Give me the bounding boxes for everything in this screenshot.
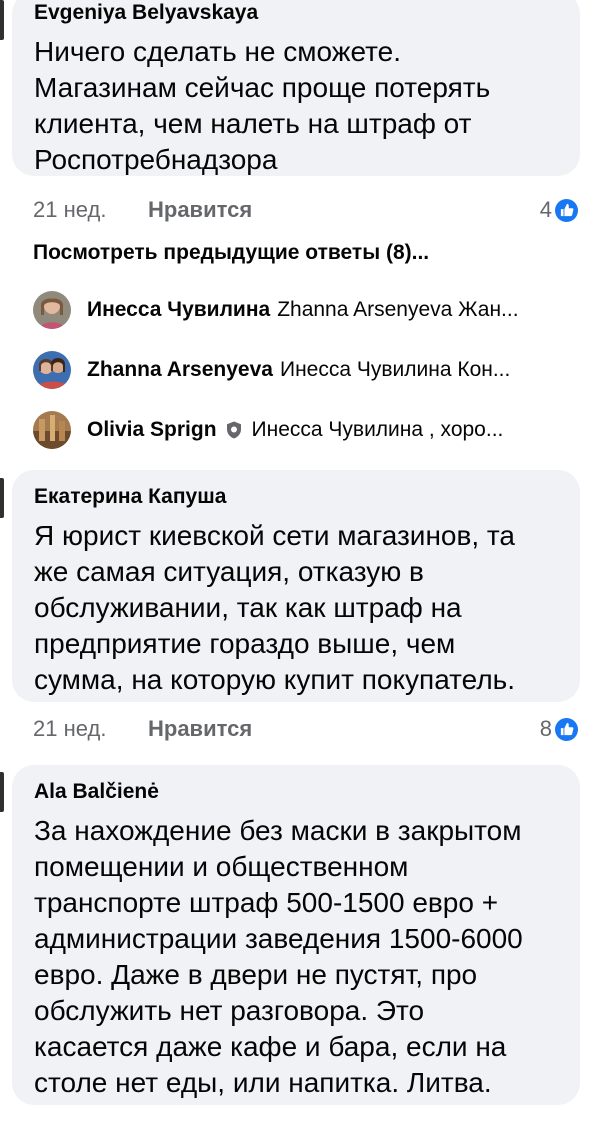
reaction-count[interactable]: 8 [540,716,578,742]
reply-snippet: Инесса Чувилина Кон... [279,358,511,381]
comment-line: помещении и общественном [34,851,409,882]
comment-line: клиента, чем налеть на штраф от [34,108,472,139]
comment-bubble: Ala Balčienė За нахождение без маски в з… [12,765,580,1105]
like-thumb-icon [555,198,578,222]
reply-preview[interactable]: Zhanna Arsenyeva Инесса Чувилина Кон... [33,350,575,390]
comment-line: обслужить нет разговора. Это [34,995,425,1026]
reply-preview[interactable]: Инесса Чувилина Zhanna Arsenyeva Жан... [33,290,575,330]
comment-line: администрации заведения 1500-6000 [34,923,523,954]
avatar[interactable] [33,411,71,449]
comment-line: касается даже кафе и бара, если на [34,1031,507,1062]
reply-preview[interactable]: Olivia Sprign Инесса Чувилина , хоро... [33,410,575,450]
comment-time[interactable]: 21 нед. [33,716,148,742]
comment-line: Роспотребнадзора [34,144,278,175]
comment-text: Я юрист киевской сети магазинов, та же с… [34,518,515,698]
comment-meta: 21 нед. Нравится 4 [33,195,578,225]
reaction-count-number: 4 [539,197,552,222]
comment-line: За нахождение без маски в закрытом [34,815,522,846]
comment-bubble: Evgeniya Belyavskaya Ничего сделать не с… [12,0,580,176]
reply-author[interactable]: Инесса Чувилина [87,298,270,322]
comment-line: транспорте штраф 500-1500 евро + [34,887,499,918]
comment-line: же самая ситуация, отказую в [34,556,424,587]
comment-bubble: Екатерина Капуша Я юрист киевской сети м… [12,470,580,702]
comment-line: Я юрист киевской сети магазинов, та [34,520,515,551]
reaction-count-number: 8 [539,716,552,741]
like-button[interactable]: Нравится [148,197,252,223]
comment-author[interactable]: Ala Balčienė [34,779,159,805]
reply-author[interactable]: Zhanna Arsenyeva [87,358,273,382]
reply-snippet: Zhanna Arsenyeva Жан... [277,298,519,321]
comment-meta: 21 нед. Нравится 8 [33,714,578,744]
view-previous-replies-link[interactable]: Посмотреть предыдущие ответы (8)... [33,241,429,265]
avatar[interactable] [33,291,71,329]
comment-author[interactable]: Evgeniya Belyavskaya [34,0,258,26]
comment-line: столе нет еды, или напитка. Литва. [34,1067,492,1098]
comment-time[interactable]: 21 нед. [33,197,148,223]
reply-snippet: Инесса Чувилина , хоро... [251,418,504,441]
comment-line: обслуживании, так как штраф на [34,592,462,623]
like-thumb-icon [555,717,578,741]
thread-line [0,478,4,518]
like-button[interactable]: Нравится [148,716,252,742]
avatar[interactable] [33,351,71,389]
reaction-count[interactable]: 4 [540,197,578,223]
thread-line [0,0,4,40]
comment-text: За нахождение без маски в закрытом помещ… [34,813,523,1101]
thread-line [0,772,4,812]
comment-line: Ничего сделать не сможете. [34,36,401,67]
comment-line: сумма, на которую купит покупатель. [34,664,516,695]
comment-line: евро. Даже в двери не пустят, про [34,959,478,990]
comment-line: Магазинам сейчас проще потерять [34,72,491,103]
comment-line: предприятие гораздо выше, чем [34,628,456,659]
reply-author[interactable]: Olivia Sprign [87,418,217,442]
shield-icon [224,420,244,440]
comment-author[interactable]: Екатерина Капуша [34,484,226,510]
comment-text: Ничего сделать не сможете. Магазинам сей… [34,34,490,178]
